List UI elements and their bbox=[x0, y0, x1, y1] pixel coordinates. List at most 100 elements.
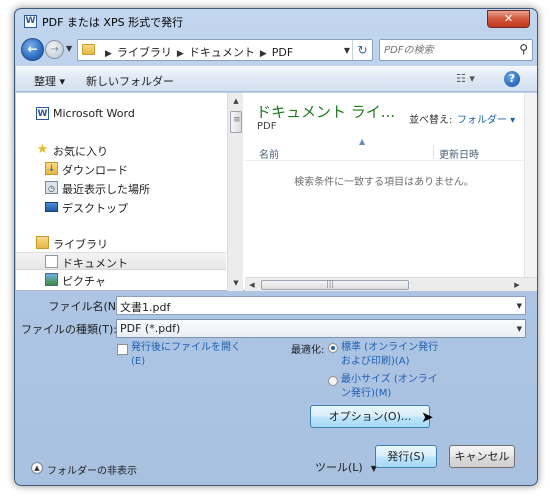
empty-results-message: 検索条件に一致する項目はありません。 bbox=[294, 177, 474, 188]
change-view-button[interactable]: ☷ ▾ bbox=[456, 72, 475, 85]
nav-item-downloads[interactable]: ↓ ダウンロード bbox=[16, 160, 226, 178]
hide-folders-label: フォルダーの非表示 bbox=[47, 466, 137, 477]
nav-item-microsoft-word[interactable]: W Microsoft Word bbox=[16, 105, 226, 123]
nav-item-recent-places[interactable]: ◷ 最近表示した場所 bbox=[16, 179, 226, 197]
publish-button[interactable]: 発行(S) bbox=[375, 445, 437, 468]
picture-icon bbox=[45, 273, 58, 286]
close-button[interactable]: ✕ bbox=[487, 10, 530, 28]
chevron-down-icon[interactable]: ▼ bbox=[517, 325, 522, 333]
open-after-publish-label-line1: 発行後にファイルを開く bbox=[131, 342, 241, 353]
column-divider[interactable] bbox=[433, 145, 434, 159]
navigation-scrollbar[interactable]: ▲ ▼ bbox=[227, 93, 243, 291]
recent-places-icon: ◷ bbox=[45, 181, 58, 194]
window-title: PDF または XPS 形式で発行 bbox=[42, 16, 184, 29]
optimize-minimum-radio[interactable] bbox=[328, 376, 338, 386]
address-bar: ← → ▼ ▶ ライブラリ ▶ ドキュメント ▶ PDF ▼ ↻ ⚲ bbox=[21, 38, 533, 62]
options-button[interactable]: オプション(O)... bbox=[310, 405, 430, 428]
nav-item-label: Microsoft Word bbox=[53, 107, 135, 120]
library-subtitle: PDF bbox=[257, 121, 277, 132]
downloads-folder-icon: ↓ bbox=[45, 162, 58, 175]
optimize-label: 最適化: bbox=[291, 345, 325, 356]
publish-dialog-window: W PDF または XPS 形式で発行 ✕ ← → ▼ ▶ ライブラリ ▶ ドキュメン… bbox=[14, 8, 538, 486]
open-after-publish-checkbox[interactable] bbox=[117, 344, 128, 355]
library-title: ドキュメント ライ... bbox=[256, 103, 396, 121]
file-list-vertical-scrollbar[interactable] bbox=[524, 93, 537, 277]
command-toolbar: 整理 ▾ 新しいフォルダー ☷ ▾ ? bbox=[16, 66, 537, 92]
nav-item-label: ライブラリ bbox=[53, 238, 108, 251]
open-after-publish-label[interactable]: 発行後にファイルを開く (E) bbox=[131, 341, 241, 369]
nav-item-pictures[interactable]: ピクチャ bbox=[16, 271, 226, 289]
breadcrumb-pdf[interactable]: PDF bbox=[272, 46, 293, 59]
column-header-name[interactable]: 名前 bbox=[259, 146, 279, 161]
filename-value: 文書1.pdf bbox=[120, 301, 171, 314]
file-list-pane: ドキュメント ライ... PDF 並べ替え: フォルダー ▾ ▲ 名前 更新日時… bbox=[245, 93, 537, 292]
search-box: ⚲ bbox=[379, 39, 533, 61]
search-input[interactable] bbox=[384, 43, 512, 58]
arrange-by-label: 並べ替え: bbox=[409, 115, 453, 126]
navigation-pane: W Microsoft Word ★ お気に入り ↓ ダウンロード ◷ 最近表示… bbox=[16, 93, 226, 291]
back-button[interactable]: ← bbox=[21, 38, 44, 61]
folder-icon bbox=[82, 44, 95, 55]
desktop-icon bbox=[45, 202, 58, 212]
chevron-up-icon: ▲ bbox=[31, 462, 43, 474]
organize-menu-button[interactable]: 整理 ▾ bbox=[34, 73, 65, 89]
filetype-value: PDF (*.pdf) bbox=[120, 322, 181, 335]
search-icon[interactable]: ⚲ bbox=[519, 42, 528, 56]
filetype-select[interactable]: PDF (*.pdf) ▼ bbox=[116, 319, 526, 338]
scroll-left-arrow-icon[interactable]: ◀ bbox=[245, 278, 259, 292]
breadcrumb-documents[interactable]: ドキュメント bbox=[189, 46, 255, 59]
nav-item-label: ダウンロード bbox=[62, 164, 128, 177]
optimize-standard-label-line2: および印刷)(A) bbox=[341, 356, 410, 367]
star-icon: ★ bbox=[36, 142, 49, 157]
breadcrumb: ▶ ライブラリ ▶ ドキュメント ▶ PDF bbox=[100, 44, 293, 60]
filename-field[interactable]: 文書1.pdf ▼ bbox=[116, 296, 526, 315]
nav-item-libraries[interactable]: ライブラリ bbox=[16, 234, 226, 252]
nav-item-desktop[interactable]: デスクトップ bbox=[16, 198, 226, 216]
forward-button[interactable]: → bbox=[45, 40, 64, 59]
file-list-horizontal-scrollbar[interactable]: ◀ ▶ bbox=[245, 277, 537, 292]
nav-item-documents[interactable]: ドキュメント bbox=[16, 252, 226, 270]
optimize-minimum-label-line1: 最小サイズ (オンライ bbox=[341, 374, 438, 385]
chevron-right-icon: ▶ bbox=[259, 49, 267, 59]
tools-menu-button[interactable]: ツール(L) ▼ bbox=[315, 459, 377, 475]
refresh-button[interactable]: ↻ bbox=[352, 40, 372, 60]
chevron-right-icon: ▶ bbox=[105, 49, 112, 59]
arrange-by-dropdown[interactable]: フォルダー ▾ bbox=[457, 111, 515, 126]
column-header-date-modified[interactable]: 更新日時 bbox=[439, 146, 479, 161]
help-icon[interactable]: ? bbox=[504, 71, 520, 87]
horizontal-scroll-thumb[interactable] bbox=[261, 279, 409, 290]
open-after-publish-label-line2: (E) bbox=[131, 356, 146, 367]
word-icon: W bbox=[36, 107, 49, 120]
library-icon bbox=[36, 236, 49, 249]
column-header: 名前 更新日時 bbox=[245, 143, 523, 161]
browser-content: W Microsoft Word ★ お気に入り ↓ ダウンロード ◷ 最近表示… bbox=[16, 93, 537, 292]
mouse-cursor-icon: ➤ bbox=[421, 408, 434, 426]
nav-item-label: ドキュメント bbox=[62, 257, 128, 270]
path-dropdown-icon[interactable]: ▼ bbox=[344, 46, 350, 55]
new-folder-button[interactable]: 新しいフォルダー bbox=[86, 73, 174, 89]
chevron-right-icon: ▶ bbox=[176, 49, 184, 59]
tools-label: ツール(L) bbox=[315, 461, 363, 474]
scroll-right-arrow-icon[interactable]: ▶ bbox=[510, 278, 524, 292]
chevron-down-icon[interactable]: ▼ bbox=[517, 302, 522, 310]
scroll-up-arrow-icon[interactable]: ▲ bbox=[228, 93, 244, 109]
nav-item-favorites[interactable]: ★ お気に入り bbox=[16, 141, 226, 159]
nav-item-label: お気に入り bbox=[53, 145, 108, 158]
optimize-standard-label-line1: 標準 (オンライン発行 bbox=[341, 342, 439, 353]
optimize-minimum-label[interactable]: 最小サイズ (オンライ ン発行)(M) bbox=[341, 373, 438, 401]
optimize-minimum-label-line2: ン発行)(M) bbox=[341, 388, 392, 399]
nav-item-label: ピクチャ bbox=[62, 275, 106, 288]
cancel-button[interactable]: キャンセル bbox=[449, 445, 515, 468]
history-dropdown-icon[interactable]: ▼ bbox=[66, 44, 72, 53]
optimize-standard-label[interactable]: 標準 (オンライン発行 および印刷)(A) bbox=[341, 341, 438, 369]
filename-label: ファイル名(N): bbox=[48, 300, 124, 313]
breadcrumb-library[interactable]: ライブラリ bbox=[117, 46, 172, 59]
path-breadcrumb-box[interactable]: ▶ ライブラリ ▶ ドキュメント ▶ PDF ▼ ↻ bbox=[77, 39, 373, 61]
scroll-down-arrow-icon[interactable]: ▼ bbox=[228, 275, 244, 291]
filetype-label: ファイルの種類(T): bbox=[21, 323, 118, 336]
optimize-standard-radio[interactable] bbox=[328, 343, 338, 353]
document-icon bbox=[45, 255, 58, 268]
scroll-thumb[interactable] bbox=[230, 111, 242, 133]
word-app-icon: W bbox=[24, 15, 37, 28]
nav-item-label: 最近表示した場所 bbox=[62, 183, 150, 196]
